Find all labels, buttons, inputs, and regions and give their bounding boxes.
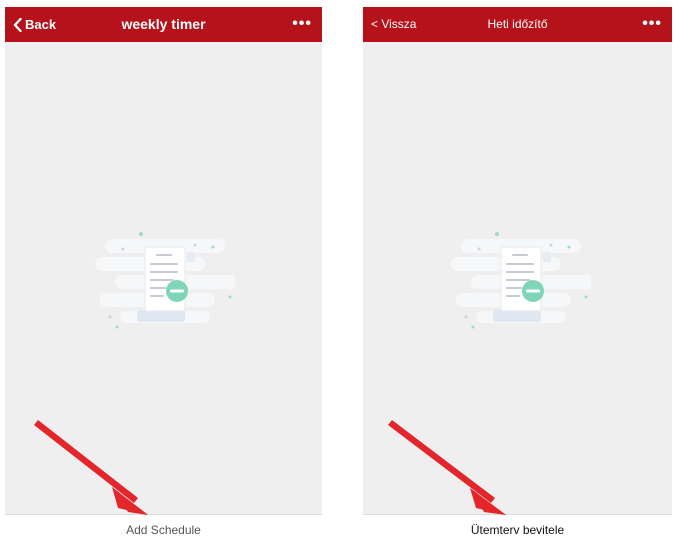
red-arrow-icon [34, 420, 148, 515]
red-arrow-icon [388, 420, 506, 515]
red-arrow-overlay [34, 420, 506, 515]
